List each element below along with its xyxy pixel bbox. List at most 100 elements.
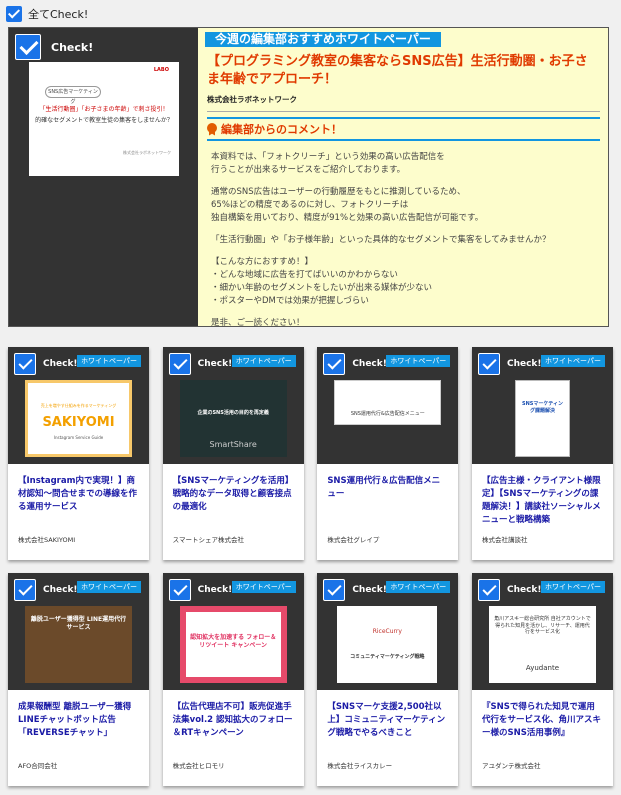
whitepaper-tag: ホワイトペーパー xyxy=(77,581,141,593)
whitepaper-card[interactable]: Check! ホワイトペーパー角川アスキー総合研究所 自社アカウントで得られた知見… xyxy=(471,573,613,786)
thumbnail-title: 角川アスキー総合研究所 自社アカウントで得られた知見を活かし、リサーチ、運用代行… xyxy=(494,616,591,635)
card-check[interactable]: Check! xyxy=(323,579,387,601)
card-thumbnail[interactable]: SNSマーケティング課題解決 xyxy=(514,380,570,457)
whitepaper-card[interactable]: Check! ホワイトペーパー企業のSNS活用の目的を再定義 SmartShare 【… xyxy=(162,347,304,560)
thumbnail-line1: 「生活行動圏」「お子さまの年齢」で刺さ投引！ xyxy=(39,106,169,113)
whitepaper-card[interactable]: Check! ホワイトペーパー離脱ユーザー獲得型 LINE運用代行サービス成果報酬… xyxy=(8,573,149,786)
card-check-label: Check! xyxy=(43,585,78,595)
featured-whitepaper: Check! LABO SNS広告マーケティング 「生活行動圏」「お子さまの年齢… xyxy=(8,27,609,327)
card-thumbnail[interactable]: 認知拡大を加速する フォロー＆リツイート キャンペーン xyxy=(179,606,287,683)
card-checkbox[interactable] xyxy=(14,353,36,375)
card-thumbnail[interactable]: コミュニティマーケティング戦略 RiceCurry xyxy=(337,606,438,683)
featured-thumbnail[interactable]: LABO SNS広告マーケティング 「生活行動圏」「お子さまの年齢」で刺さ投引！… xyxy=(29,62,179,176)
thumbnail-line2: 的確なセグメントで教室生徒の集客をしませんか？ xyxy=(35,117,173,124)
card-check[interactable]: Check! xyxy=(168,353,233,375)
whitepaper-card[interactable]: Check! ホワイトペーパー SNS運用代行&広告配信メニュー SNS運用代行＆広告… xyxy=(317,347,459,560)
whitepaper-tag: ホワイトペーパー xyxy=(541,581,605,593)
card-checkbox[interactable] xyxy=(14,579,36,601)
card-checkbox[interactable] xyxy=(477,579,500,601)
card-check-label: Check! xyxy=(197,359,233,369)
description-line: 行うことが出来るサービスをご紹介しております。 xyxy=(211,165,406,175)
card-title[interactable]: 【広告主様・クライアント様限定】【SNSマーケティングの課題解決！】講談社ソーシ… xyxy=(482,475,603,527)
card-company: 株式会社講談社 xyxy=(481,536,528,544)
card-header: Check! ホワイトペーパー離脱ユーザー獲得型 LINE運用代行サービス xyxy=(8,573,149,690)
thumbnail-title: SNSマーケティング課題解決 xyxy=(521,401,563,414)
whitepaper-tag: ホワイトペーパー xyxy=(386,355,451,367)
medal-icon xyxy=(207,122,217,136)
featured-company: 株式会社ラボネットワーク xyxy=(207,94,600,112)
whitepaper-card[interactable]: Check! ホワイトペーパー売上を増やす仕組みを作るマーケティング SAKIYOM… xyxy=(8,347,149,560)
whitepaper-card[interactable]: Check! ホワイトペーパー 認知拡大を加速する フォロー＆リツイート キャンペー… xyxy=(162,573,304,786)
thumbnail-footer: 株式会社ラボネットワーク xyxy=(123,150,171,155)
card-header: Check! ホワイトペーパー売上を増やす仕組みを作るマーケティング SAKIYOM… xyxy=(8,347,149,464)
card-checkbox[interactable] xyxy=(168,579,191,601)
description-line: 是非、ご一読ください！ xyxy=(211,318,305,327)
card-check-label: Check! xyxy=(352,585,387,595)
featured-banner: 今週の編集部おすすめホワイトペーパー xyxy=(205,32,441,47)
card-company: 株式会社ヒロモリ xyxy=(172,762,225,770)
card-row-1: Check! ホワイトペーパー 売上を増やす仕組みを作るマーケティング SAKIYOM… xyxy=(8,347,613,560)
card-company: 株式会社ライスカレー xyxy=(327,762,393,770)
thumbnail-subtitle: Ayudante xyxy=(525,664,560,672)
thumbnail-subtitle: SmartShare xyxy=(209,440,257,449)
card-title[interactable]: 『SNSで得られた知見で運用代行をサービス化、角川アスキー様のSNS活用事例』 xyxy=(482,701,603,740)
card-title[interactable]: 成果報酬型 離脱ユーザー獲得LINEチャットボット広告「REVERSEチャット」 xyxy=(18,701,139,740)
card-thumbnail[interactable]: SNS運用代行&広告配信メニュー xyxy=(334,380,442,425)
whitepaper-tag: ホワイトペーパー xyxy=(541,355,605,367)
card-checkbox[interactable] xyxy=(323,579,346,601)
whitepaper-card[interactable]: Check! ホワイトペーパーコミュニティマーケティング戦略 RiceCurry 【S… xyxy=(317,573,459,786)
card-title[interactable]: 【広告代理店不可】販売促進手法集vol.2 認知拡大のフォロー＆RTキャンペーン xyxy=(173,701,294,740)
featured-left-panel: Check! LABO SNS広告マーケティング 「生活行動圏」「お子さまの年齢… xyxy=(9,28,198,326)
card-thumbnail[interactable]: 売上を増やす仕組みを作るマーケティング SAKIYOMI Instagram Ser… xyxy=(25,380,132,457)
card-title[interactable]: 【SNSマーケティングを活用】戦略的なデータ取得と顧客接点の最適化 xyxy=(173,475,294,514)
thumbnail-badge: SNS広告マーケティング xyxy=(45,86,101,105)
card-check-label: Check! xyxy=(506,585,542,595)
card-company: AFO合同会社 xyxy=(18,762,58,770)
card-check-label: Check! xyxy=(506,359,542,369)
card-thumbnail[interactable]: 企業のSNS活用の目的を再定義 SmartShare xyxy=(179,380,287,457)
whitepaper-tag: ホワイトペーパー xyxy=(231,355,296,367)
check-all-checkbox[interactable] xyxy=(6,6,22,22)
featured-title[interactable]: 【プログラミング教室の集客ならSNS広告】生活行動圏・お子さま年齢でアプローチ！ xyxy=(207,53,600,89)
card-check[interactable]: Check! xyxy=(323,353,387,375)
featured-checkbox[interactable] xyxy=(15,34,41,60)
card-header: Check! ホワイトペーパー角川アスキー総合研究所 自社アカウントで得られた知見… xyxy=(471,573,613,690)
whitepaper-tag: ホワイトペーパー xyxy=(386,581,451,593)
featured-content: 今週の編集部おすすめホワイトペーパー 【プログラミング教室の集客ならSNS広告】… xyxy=(199,28,608,326)
description-line: 独自構築を用いており、精度が91%と効果の高い広告配信が可能です。 xyxy=(211,213,484,223)
description-line: ・どんな地域に広告を打てばいいのかわからない xyxy=(211,270,398,280)
card-title[interactable]: 【SNSマーケ支援2,500社以上】コミュニティマーケティング戦略でやるべきこと xyxy=(327,701,448,740)
card-header: Check! ホワイトペーパー 認知拡大を加速する フォロー＆リツイート キャンペー… xyxy=(162,573,304,690)
card-title[interactable]: 【Instagram内で実現！】商材認知〜問合せまでの導線を作る運用サービス xyxy=(18,475,139,514)
check-all-label: 全てCheck! xyxy=(28,8,89,21)
card-check[interactable]: Check! xyxy=(168,579,232,601)
card-check[interactable]: Check! xyxy=(14,353,78,375)
whitepaper-card[interactable]: Check! ホワイトペーパー SNSマーケティング課題解決【広告主様・クライアント… xyxy=(471,347,613,560)
card-check[interactable]: Check! xyxy=(477,579,542,601)
comment-heading-text: 編集部からのコメント！ xyxy=(221,123,342,136)
thumbnail-logo: LABO xyxy=(153,67,169,73)
featured-description: 本資料では、「フォトクリーチ」という効果の高い広告配信を 行うことが出来るサービス… xyxy=(207,151,600,327)
card-checkbox[interactable] xyxy=(477,353,500,375)
check-all-toggle[interactable]: 全てCheck! xyxy=(6,6,88,22)
thumbnail-title: 離脱ユーザー獲得型 LINE運用代行サービス xyxy=(30,616,127,631)
card-title[interactable]: SNS運用代行＆広告配信メニュー xyxy=(327,475,448,501)
card-thumbnail[interactable]: 角川アスキー総合研究所 自社アカウントで得られた知見を活かし、リサーチ、運用代行… xyxy=(488,606,596,683)
description-line: 【こんな方におすすめ！】 xyxy=(211,257,314,267)
featured-check-label: Check! xyxy=(51,40,94,54)
whitepaper-tag: ホワイトペーパー xyxy=(77,355,141,367)
card-company: スマートシェア株式会社 xyxy=(172,536,244,544)
card-check[interactable]: Check! xyxy=(14,579,78,601)
card-thumbnail[interactable]: 離脱ユーザー獲得型 LINE運用代行サービス xyxy=(25,606,132,683)
card-header: Check! ホワイトペーパー企業のSNS活用の目的を再定義 SmartShare xyxy=(162,347,304,464)
description-line: ・細かい年齢のセグメントをしたいが出来る媒体が少ない xyxy=(211,283,433,293)
card-checkbox[interactable] xyxy=(323,353,346,375)
thumbnail-title: 企業のSNS活用の目的を再定義 xyxy=(197,410,269,416)
card-check-label: Check! xyxy=(43,359,78,369)
thumbnail-title: 認知拡大を加速する フォロー＆リツイート キャンペーン xyxy=(190,634,277,649)
thumbnail-title: SNS運用代行&広告配信メニュー xyxy=(350,411,425,417)
thumbnail-title: コミュニティマーケティング戦略 xyxy=(350,654,425,660)
card-checkbox[interactable] xyxy=(168,353,191,375)
card-check[interactable]: Check! xyxy=(477,353,542,375)
featured-check[interactable]: Check! xyxy=(15,34,93,60)
